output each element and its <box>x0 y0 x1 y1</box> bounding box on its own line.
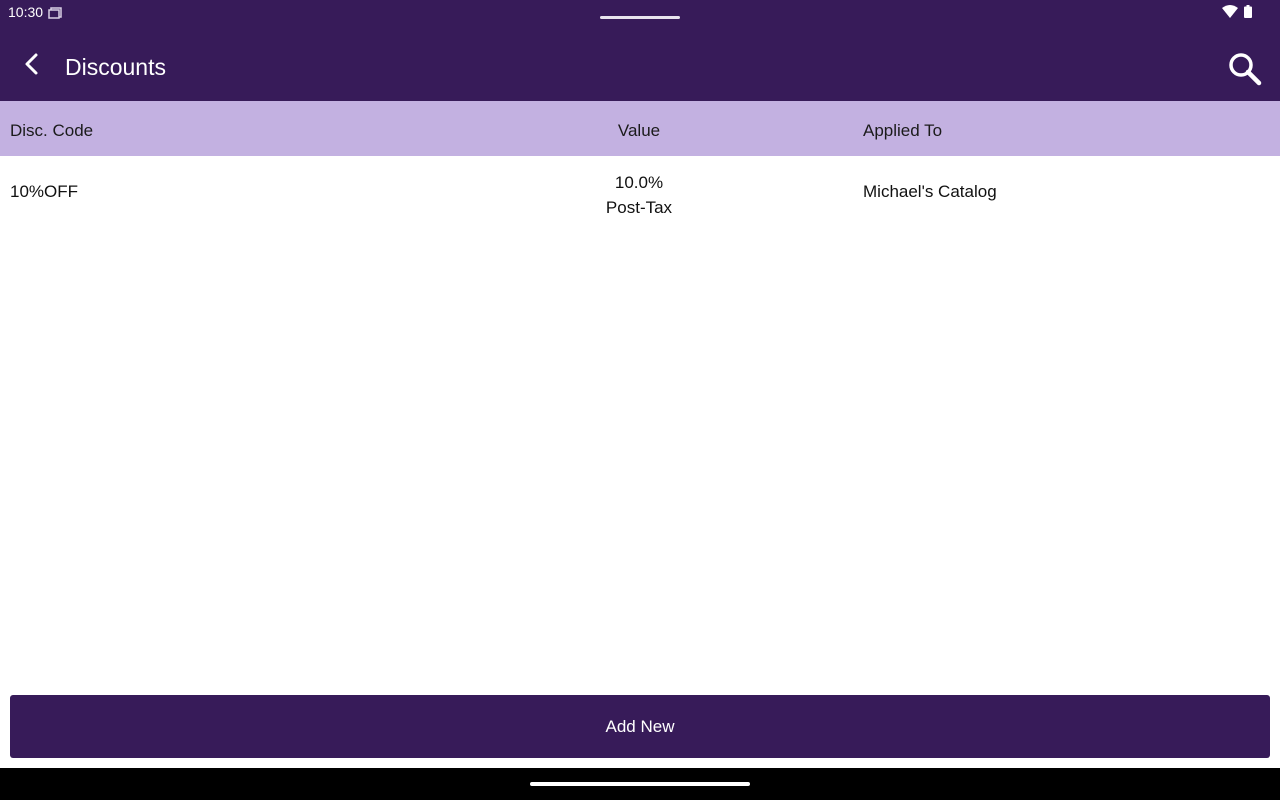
table-header: Disc. Code Value Applied To <box>0 101 1280 156</box>
back-button[interactable] <box>14 46 50 82</box>
screenshot-notification-icon <box>48 6 62 19</box>
status-bar: 10:30 <box>0 0 1280 28</box>
search-icon <box>1229 53 1262 86</box>
home-gesture-handle[interactable] <box>530 782 750 786</box>
add-new-button[interactable]: Add New <box>10 695 1270 758</box>
app-bar: Discounts <box>0 28 1280 101</box>
discount-value: 10.0% <box>614 173 664 192</box>
column-header-applied-to: Applied To <box>863 121 943 140</box>
wifi-icon <box>1222 5 1238 19</box>
navigation-bar <box>0 768 1280 800</box>
battery-icon <box>1244 5 1252 18</box>
search-button[interactable] <box>1224 48 1266 90</box>
discount-value-type: Post-Tax <box>605 198 673 217</box>
page-title: Discounts <box>65 54 166 80</box>
discount-code-cell: 10%OFF <box>10 182 79 201</box>
column-header-code: Disc. Code <box>10 121 94 140</box>
chevron-left-icon <box>25 53 38 75</box>
column-header-value: Value <box>617 121 661 140</box>
discount-value-cell: 10.0% Post-Tax <box>559 170 719 220</box>
status-time: 10:30 <box>8 4 44 20</box>
discount-applied-to-cell: Michael's Catalog <box>863 182 997 201</box>
drag-handle[interactable] <box>600 16 680 19</box>
table-row[interactable]: 10%OFF 10.0% Post-Tax Michael's Catalog <box>0 156 1280 228</box>
